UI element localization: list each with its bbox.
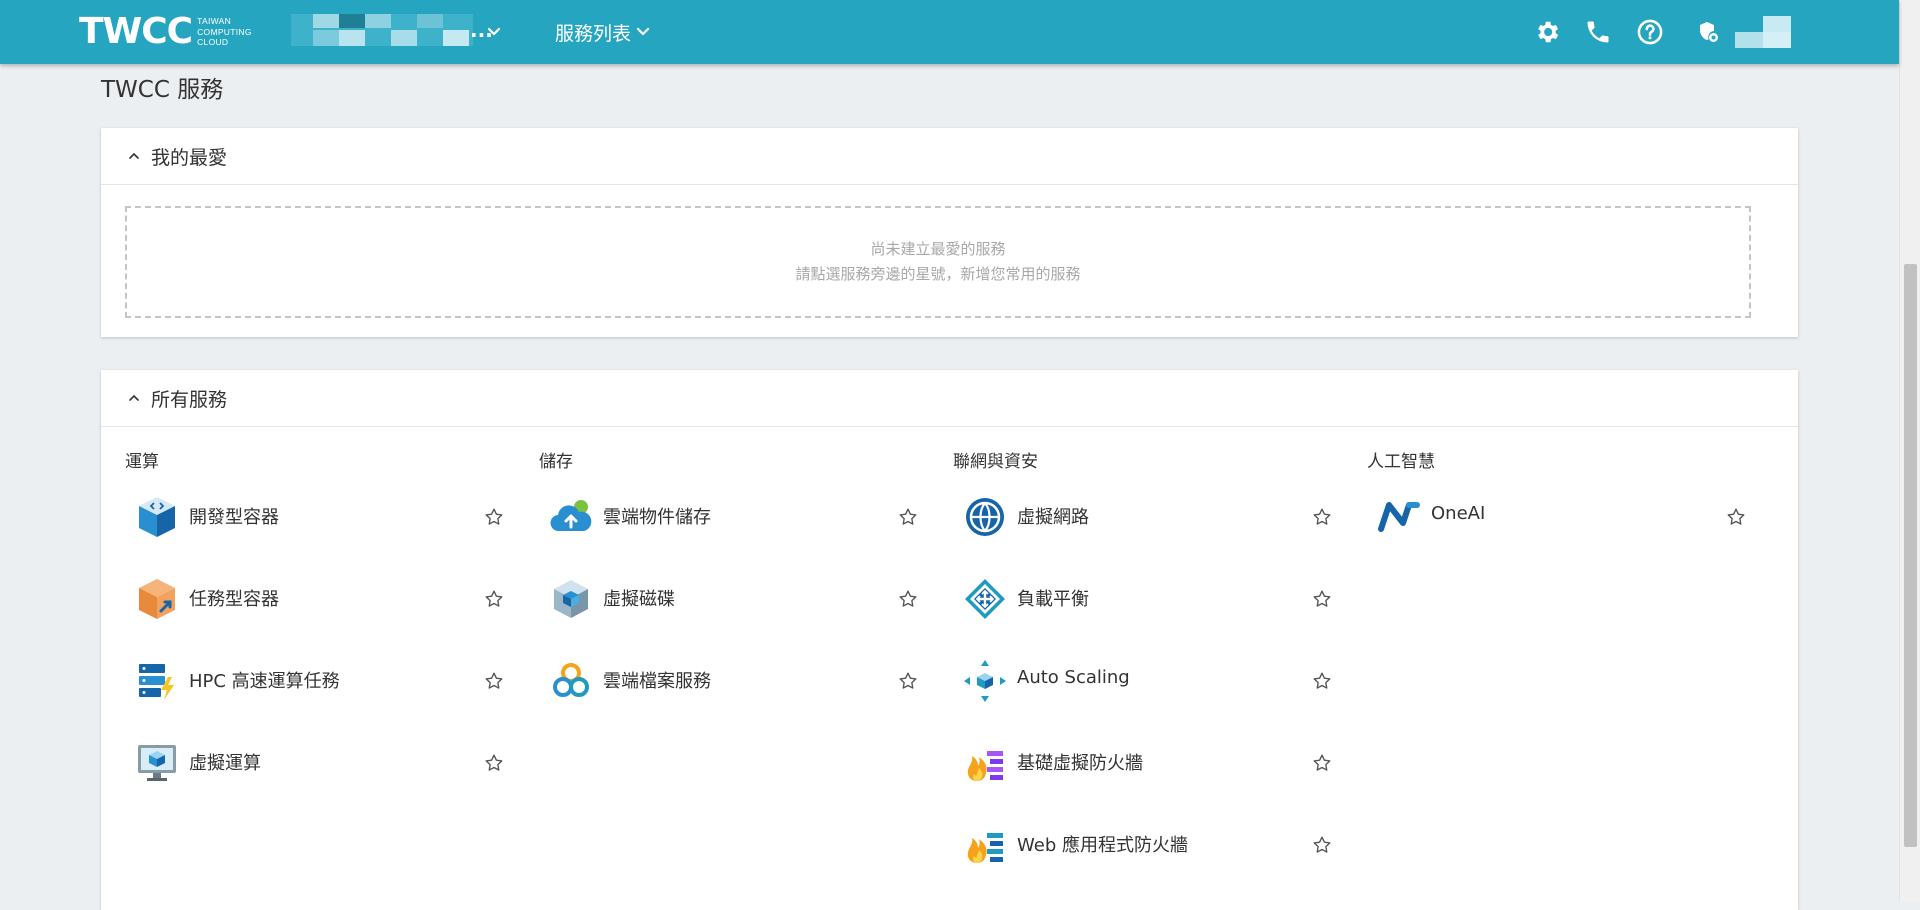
service-load-balancer[interactable]: 負載平衡 xyxy=(929,569,1331,627)
all-services-header[interactable]: 所有服務 xyxy=(101,370,1798,427)
logo-wordmark: TWCC xyxy=(79,11,193,52)
star-icon[interactable] xyxy=(483,752,505,774)
all-services-panel: 所有服務 運算 開發型容器 任務型容器 HPC 高速運算任務 虛擬運算 儲存 雲… xyxy=(101,370,1798,910)
category-network-security: 聯網與資安 虛擬網路 負載平衡 Auto Scaling 基礎虛擬防火牆 Web… xyxy=(929,449,1331,863)
empty-message-line2: 請點選服務旁邊的星號，新增您常用的服務 xyxy=(795,265,1081,283)
chevron-up-icon xyxy=(129,394,139,401)
top-bar: TWCC TAIWAN COMPUTING CLOUD ... 服務列表 xyxy=(0,0,1899,64)
service-label: HPC 高速運算任務 xyxy=(189,671,340,692)
service-oneai[interactable]: OneAI xyxy=(1343,487,1745,545)
service-label: OneAI xyxy=(1431,503,1486,524)
favorites-panel: 我的最愛 尚未建立最愛的服務 請點選服務旁邊的星號，新增您常用的服務 xyxy=(101,128,1798,337)
virtual-network-icon xyxy=(966,498,1004,536)
star-icon[interactable] xyxy=(897,588,919,610)
gear-icon[interactable] xyxy=(1533,18,1561,46)
service-virtual-compute[interactable]: 虛擬運算 xyxy=(101,733,503,791)
star-icon[interactable] xyxy=(483,506,505,528)
star-icon[interactable] xyxy=(1311,670,1333,692)
all-services-title: 所有服務 xyxy=(151,388,228,411)
category-title: 聯網與資安 xyxy=(953,452,1038,472)
services-menu[interactable]: 服務列表 xyxy=(555,18,651,46)
star-icon[interactable] xyxy=(483,670,505,692)
dev-container-icon xyxy=(139,497,175,537)
cloud-file-service-icon xyxy=(553,663,589,697)
virtual-compute-icon xyxy=(138,745,176,781)
user-account-menu[interactable] xyxy=(1735,16,1791,48)
star-icon[interactable] xyxy=(1311,834,1333,856)
service-label: 虛擬運算 xyxy=(189,753,261,774)
oneai-icon xyxy=(1378,502,1420,532)
logo-subtitle: TAIWAN COMPUTING CLOUD xyxy=(197,16,252,48)
category-ai: 人工智慧 OneAI xyxy=(1343,449,1745,532)
service-virtual-disk[interactable]: 虛擬磁碟 xyxy=(515,569,917,627)
cloud-object-storage-icon xyxy=(550,500,592,532)
star-icon[interactable] xyxy=(1311,752,1333,774)
service-label: 雲端檔案服務 xyxy=(603,671,711,692)
scrollbar-thumb[interactable] xyxy=(1904,264,1917,847)
auto-scaling-icon xyxy=(964,660,1006,702)
category-title: 運算 xyxy=(125,452,159,472)
service-label: 雲端物件儲存 xyxy=(603,507,711,528)
service-dev-container[interactable]: 開發型容器 xyxy=(101,487,503,545)
star-icon[interactable] xyxy=(897,506,919,528)
empty-message-line1: 尚未建立最愛的服務 xyxy=(870,240,1006,258)
web-app-firewall-icon xyxy=(967,833,1003,863)
service-label: Auto Scaling xyxy=(1017,667,1130,688)
virtual-disk-icon xyxy=(554,580,588,618)
user-shield-icon[interactable] xyxy=(1696,20,1720,44)
service-web-app-firewall[interactable]: Web 應用程式防火牆 xyxy=(929,815,1331,873)
star-icon[interactable] xyxy=(897,670,919,692)
service-hpc-job[interactable]: HPC 高速運算任務 xyxy=(101,651,503,709)
favorites-title: 我的最愛 xyxy=(151,146,228,169)
page-scrollbar[interactable] xyxy=(1899,0,1920,902)
job-container-icon xyxy=(139,579,175,619)
star-icon[interactable] xyxy=(1311,588,1333,610)
star-icon[interactable] xyxy=(1725,506,1747,528)
favorites-header[interactable]: 我的最愛 xyxy=(101,128,1798,185)
load-balancer-icon xyxy=(965,579,1005,619)
project-selector[interactable] xyxy=(291,14,473,46)
service-cloud-file-service[interactable]: 雲端檔案服務 xyxy=(515,651,917,709)
service-virtual-network[interactable]: 虛擬網路 xyxy=(929,487,1331,545)
service-label: 任務型容器 xyxy=(189,589,279,610)
service-auto-scaling[interactable]: Auto Scaling xyxy=(929,651,1331,709)
service-label: 虛擬磁碟 xyxy=(603,589,675,610)
help-icon[interactable] xyxy=(1636,18,1664,46)
category-title: 人工智慧 xyxy=(1367,452,1435,472)
service-cloud-object-storage[interactable]: 雲端物件儲存 xyxy=(515,487,917,545)
services-menu-label: 服務列表 xyxy=(555,22,632,45)
phone-icon[interactable] xyxy=(1584,18,1612,46)
service-label: 基礎虛擬防火牆 xyxy=(1017,753,1143,774)
category-storage: 儲存 雲端物件儲存 虛擬磁碟 雲端檔案服務 xyxy=(515,449,917,697)
basic-firewall-icon xyxy=(967,751,1003,781)
page-title: TWCC 服務 xyxy=(101,77,224,103)
favorites-empty-state: 尚未建立最愛的服務 請點選服務旁邊的星號，新增您常用的服務 xyxy=(125,206,1751,318)
service-label: Web 應用程式防火牆 xyxy=(1017,835,1188,856)
star-icon[interactable] xyxy=(1311,506,1333,528)
service-label: 開發型容器 xyxy=(189,507,279,528)
service-job-container[interactable]: 任務型容器 xyxy=(101,569,503,627)
chevron-down-icon xyxy=(636,27,650,36)
service-label: 虛擬網路 xyxy=(1017,507,1089,528)
category-compute: 運算 開發型容器 任務型容器 HPC 高速運算任務 虛擬運算 xyxy=(101,449,503,781)
star-icon[interactable] xyxy=(483,588,505,610)
hpc-job-icon xyxy=(139,664,174,700)
service-basic-firewall[interactable]: 基礎虛擬防火牆 xyxy=(929,733,1331,791)
twcc-logo[interactable]: TWCC TAIWAN COMPUTING CLOUD xyxy=(79,13,252,51)
chevron-down-icon[interactable] xyxy=(486,24,502,40)
service-label: 負載平衡 xyxy=(1017,589,1089,610)
chevron-up-icon xyxy=(129,152,139,159)
category-title: 儲存 xyxy=(539,452,573,472)
